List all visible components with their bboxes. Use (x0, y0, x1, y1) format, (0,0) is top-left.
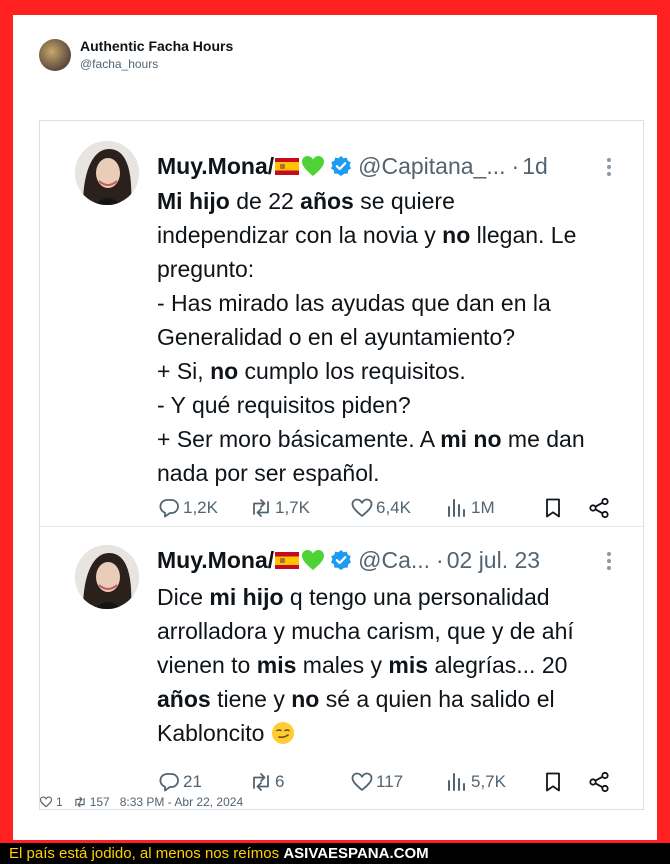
separator-dot: · (511, 152, 520, 179)
tweet-line: - Has mirado las ayudas que dan en la (157, 290, 551, 316)
views-count: 5,7K (471, 772, 506, 791)
like-icon (39, 796, 53, 808)
retweet-count: 6 (275, 772, 285, 791)
verified-icon (331, 550, 352, 570)
tweet[interactable]: Muy.Mona/ @Ca... · 02 jul. 23 Dice mi hi… (40, 526, 643, 809)
avatar[interactable] (75, 141, 139, 205)
tweet-line: Mi hijo de 22 años se quiere (157, 188, 455, 214)
more-icon[interactable] (607, 155, 613, 179)
reply-count: 1,2K (183, 498, 218, 517)
tweet-line: arrolladora y mucha carism, que y de ahí (157, 618, 574, 644)
share-button[interactable] (587, 493, 611, 523)
smirk-emoji (271, 720, 295, 744)
spain-flag-icon (275, 551, 300, 569)
retweet-count: 1,7K (275, 498, 310, 517)
verified-icon (331, 156, 352, 176)
author-name[interactable]: Authentic Facha Hours (80, 37, 233, 55)
green-heart-icon (302, 550, 325, 570)
tweet[interactable]: Muy.Mona/ @Capitana_... · 1d Mi hijo de … (40, 121, 643, 526)
bookmark-button[interactable] (541, 493, 565, 523)
reply-button[interactable]: 21 (157, 767, 202, 797)
views-icon (448, 499, 465, 517)
tweet-text: Mi hijo de 22 años se quiere independizar… (157, 184, 627, 490)
tweet-header: Muy.Mona/ @Capitana_... · 1d (157, 151, 548, 181)
reply-icon (159, 773, 179, 792)
tweet-line: + Si, no cumplo los requisitos. (157, 358, 466, 384)
retweet-count: 157 (89, 795, 110, 809)
share-icon (589, 497, 609, 519)
like-count: 6,4K (376, 498, 411, 517)
avatar[interactable] (39, 39, 71, 71)
user-handle[interactable]: @Capitana_... (358, 153, 505, 180)
like-button[interactable]: 117 (350, 767, 403, 797)
views-icon (448, 773, 465, 791)
tweet-line: - Y qué requisitos piden? (157, 392, 411, 418)
bookmark-button[interactable] (541, 767, 565, 797)
reply-count: 21 (183, 772, 202, 791)
banner-site[interactable]: ASIVAESPANA.COM (283, 845, 428, 862)
tweet-line: Dice mi hijo q tengo una personalidad (157, 584, 550, 610)
views-button[interactable]: 1M (445, 493, 495, 523)
bookmark-icon (546, 498, 560, 518)
tweet-actions: 21 6 117 5,7K (157, 767, 635, 797)
display-name[interactable]: Muy.Mona/ (157, 547, 274, 574)
reply-icon (159, 499, 179, 518)
author-handle[interactable]: @facha_hours (80, 55, 233, 73)
tweet-line: vienen to mis males y mis alegrías... 20 (157, 652, 568, 678)
retweet-button[interactable]: 6 (249, 767, 284, 797)
timestamp[interactable]: 1d (522, 153, 548, 180)
user-handle[interactable]: @Ca... (358, 547, 430, 574)
tweet-header: Muy.Mona/ @Ca... · 02 jul. 23 (157, 545, 540, 575)
quoted-tweets-panel: Muy.Mona/ @Capitana_... · 1d Mi hijo de … (39, 120, 644, 810)
like-button[interactable]: 1 (39, 795, 63, 809)
outer-tweet-footer: 1 157 8:33 PM - Abr 22, 2024 (39, 795, 243, 809)
like-button[interactable]: 6,4K (350, 493, 411, 523)
banner-slogan: El país está jodido, al menos nos reímos (9, 845, 280, 862)
separator-dot: · (436, 546, 444, 573)
display-name[interactable]: Muy.Mona/ (157, 153, 274, 180)
tweet-line: Generalidad o en el ayuntamiento? (157, 324, 516, 350)
views-button[interactable]: 5,7K (445, 767, 506, 797)
outer-tweet-header: Authentic Facha Hours @facha_hours (39, 37, 233, 73)
like-count: 117 (376, 772, 404, 791)
views-count: 1M (471, 498, 495, 517)
retweet-icon (253, 499, 269, 517)
share-button[interactable] (587, 767, 611, 797)
bookmark-icon (546, 772, 560, 792)
tweet-actions: 1,2K 1,7K 6,4K 1M (157, 493, 635, 523)
green-heart-icon (302, 156, 325, 176)
like-icon (351, 772, 373, 791)
reply-button[interactable]: 1,2K (157, 493, 218, 523)
tweet-text: Dice mi hijo q tengo una personalidad arr… (157, 580, 627, 750)
post-datetime[interactable]: 8:33 PM - Abr 22, 2024 (120, 795, 243, 809)
like-icon (351, 498, 373, 517)
retweet-icon (253, 773, 269, 791)
site-banner: El país está jodido, al menos nos reímos… (0, 843, 670, 864)
tweet-line: independizar con la novia y no llegan. L… (157, 222, 577, 248)
more-icon[interactable] (607, 549, 613, 573)
tweet-line: pregunto: (157, 256, 255, 282)
tweet-line: nada por ser español. (157, 460, 380, 486)
share-icon (589, 771, 609, 793)
tweet-line: + Ser moro básicamente. A mi no me dan (157, 426, 585, 452)
like-count: 1 (56, 795, 63, 809)
tweet-line: años tiene y no sé a quien ha salido el (157, 686, 555, 712)
retweet-button[interactable]: 1,7K (249, 493, 310, 523)
tweet-line: Kabloncito (157, 716, 627, 750)
retweet-button[interactable]: 157 (73, 795, 110, 809)
timestamp[interactable]: 02 jul. 23 (447, 547, 540, 574)
retweet-icon (75, 796, 85, 808)
spain-flag-icon (275, 157, 300, 175)
avatar[interactable] (75, 545, 139, 609)
